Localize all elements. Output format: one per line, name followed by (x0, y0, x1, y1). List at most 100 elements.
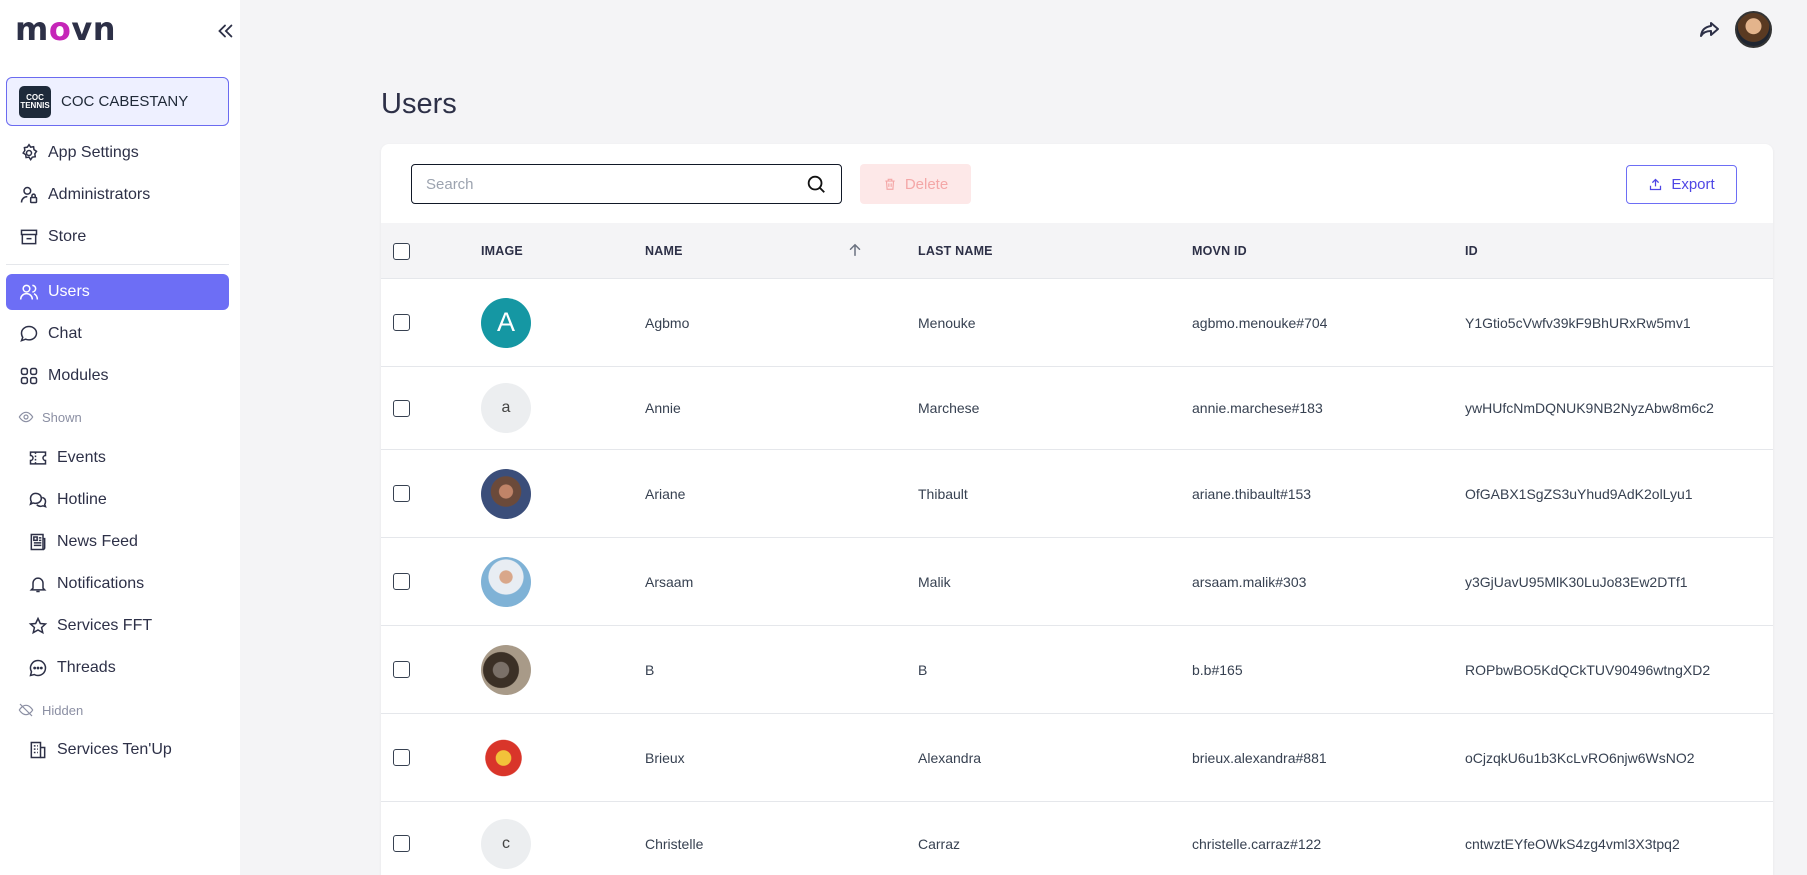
sidebar-item-app-settings[interactable]: App Settings (6, 135, 229, 171)
avatar: A (481, 297, 531, 348)
sidebar-item-hotline[interactable]: Hotline (18, 482, 229, 518)
image-cell: a (481, 367, 531, 449)
image-cell (481, 450, 531, 537)
select-all-cell (393, 223, 410, 279)
image-cell (481, 626, 531, 713)
name-cell: Christelle (645, 835, 704, 852)
header-last-name[interactable]: LAST NAME (918, 223, 993, 279)
id-cell: cntwztEYfeOWkS4zg4vml3X3tpq2 (1465, 835, 1680, 852)
row-select-cell (393, 626, 410, 713)
search-icon[interactable] (805, 173, 827, 195)
name-cell: Brieux (645, 749, 685, 766)
chat-dots-icon (28, 658, 48, 678)
table-row[interactable]: Brieux Alexandra brieux.alexandra#881 oC… (381, 714, 1773, 802)
sidebar-item-services-fft[interactable]: Services FFT (18, 608, 229, 644)
export-label: Export (1671, 176, 1715, 193)
image-cell (481, 714, 531, 801)
sidebar-item-store[interactable]: Store (6, 219, 229, 255)
share-icon[interactable] (1697, 18, 1721, 42)
table-row[interactable]: Ariane Thibault ariane.thibault#153 OfGA… (381, 450, 1773, 538)
section-label: Hidden (42, 702, 84, 718)
newspaper-icon (28, 532, 48, 552)
ticket-icon (28, 448, 48, 468)
image-cell: c (481, 802, 531, 875)
last-name-cell: B (918, 661, 928, 678)
select-all-checkbox[interactable] (393, 242, 410, 260)
avatar-photo (481, 556, 531, 607)
movn-id-cell: agbmo.menouke#704 (1192, 314, 1328, 331)
avatar-photo (481, 644, 531, 695)
users-icon (19, 282, 39, 302)
sidebar-item-users[interactable]: Users (6, 274, 229, 310)
table-header: IMAGE NAME LAST NAME MOVN ID ID (381, 223, 1773, 279)
section-label: Shown (42, 409, 82, 425)
row-select-cell (393, 450, 410, 537)
last-name-cell: Alexandra (918, 749, 982, 766)
sort-ascending-icon[interactable] (846, 241, 864, 259)
sidebar-item-label: Users (48, 283, 90, 300)
organization-selector[interactable]: COC TENNIS COC CABESTANY (6, 77, 229, 126)
header-movn-id[interactable]: MOVN ID (1192, 223, 1247, 279)
movn-id-cell: christelle.carraz#122 (1192, 835, 1322, 852)
eye-off-icon (18, 702, 34, 718)
sidebar-item-label: Administrators (48, 186, 151, 203)
sidebar-item-news-feed[interactable]: News Feed (18, 524, 229, 560)
sidebar-item-label: Events (57, 449, 106, 466)
gear-icon (19, 143, 39, 163)
sidebar-item-label: News Feed (57, 533, 138, 550)
name-cell: Arsaam (645, 573, 694, 590)
sidebar-item-services-tenup[interactable]: Services Ten'Up (18, 732, 229, 768)
id-cell: ROPbwBO5KdQCkTUV90496wtngXD2 (1465, 661, 1711, 678)
delete-button[interactable]: Delete (860, 164, 971, 204)
eye-icon (18, 409, 34, 425)
header-id[interactable]: ID (1465, 223, 1478, 279)
trash-icon (883, 177, 897, 191)
sidebar-item-threads[interactable]: Threads (18, 650, 229, 686)
row-checkbox[interactable] (393, 749, 410, 766)
collapse-sidebar-icon[interactable] (214, 20, 236, 42)
row-checkbox[interactable] (393, 399, 410, 417)
search-input[interactable] (426, 175, 805, 193)
building-icon (28, 740, 48, 760)
sidebar-item-administrators[interactable]: Administrators (6, 177, 229, 213)
row-checkbox[interactable] (393, 573, 410, 590)
table-row[interactable]: a Annie Marchese annie.marchese#183 ywHU… (381, 367, 1773, 450)
last-name-cell: Malik (918, 573, 951, 590)
row-select-cell (393, 538, 410, 625)
user-avatar[interactable] (1735, 11, 1772, 48)
id-cell: y3GjUavU95MlK30LuJo83Ew2DTf1 (1465, 573, 1688, 590)
header-name[interactable]: NAME (645, 223, 683, 279)
grid-icon (19, 366, 39, 386)
sidebar-item-label: Services Ten'Up (57, 741, 172, 758)
sidebar-item-label: Threads (57, 659, 116, 676)
row-checkbox[interactable] (393, 835, 410, 852)
name-cell: Agbmo (645, 314, 690, 331)
last-name-cell: Carraz (918, 835, 961, 852)
movn-id-cell: arsaam.malik#303 (1192, 573, 1307, 590)
row-checkbox[interactable] (393, 314, 410, 331)
export-button[interactable]: Export (1626, 165, 1737, 204)
sidebar-item-events[interactable]: Events (18, 440, 229, 476)
avatar: a (481, 383, 531, 433)
row-checkbox[interactable] (393, 661, 410, 678)
movn-logo[interactable]: m o vn (15, 10, 116, 48)
sidebar-item-notifications[interactable]: Notifications (18, 566, 229, 602)
user-lock-icon (19, 185, 39, 205)
sidebar-item-label: Hotline (57, 491, 107, 508)
name-cell: Ariane (645, 485, 686, 502)
search-field[interactable] (411, 164, 842, 204)
image-cell: A (481, 279, 531, 366)
table-row[interactable]: c Christelle Carraz christelle.carraz#12… (381, 802, 1773, 875)
last-name-cell: Menouke (918, 314, 976, 331)
table-row[interactable]: Arsaam Malik arsaam.malik#303 y3GjUavU95… (381, 538, 1773, 626)
id-cell: oCjzqkU6u1b3KcLvRO6njw6WsNO2 (1465, 749, 1695, 766)
sidebar-item-modules[interactable]: Modules (6, 358, 229, 394)
table-row[interactable]: A Agbmo Menouke agbmo.menouke#704 Y1Gtio… (381, 279, 1773, 367)
id-cell: OfGABX1SgZS3uYhud9AdK2olLyu1 (1465, 485, 1693, 502)
table-row[interactable]: B B b.b#165 ROPbwBO5KdQCkTUV90496wtngXD2 (381, 626, 1773, 714)
row-checkbox[interactable] (393, 485, 410, 502)
sidebar-item-chat[interactable]: Chat (6, 316, 229, 352)
delete-label: Delete (904, 175, 949, 193)
avatar-photo (481, 732, 531, 783)
movn-id-cell: b.b#165 (1192, 661, 1243, 678)
